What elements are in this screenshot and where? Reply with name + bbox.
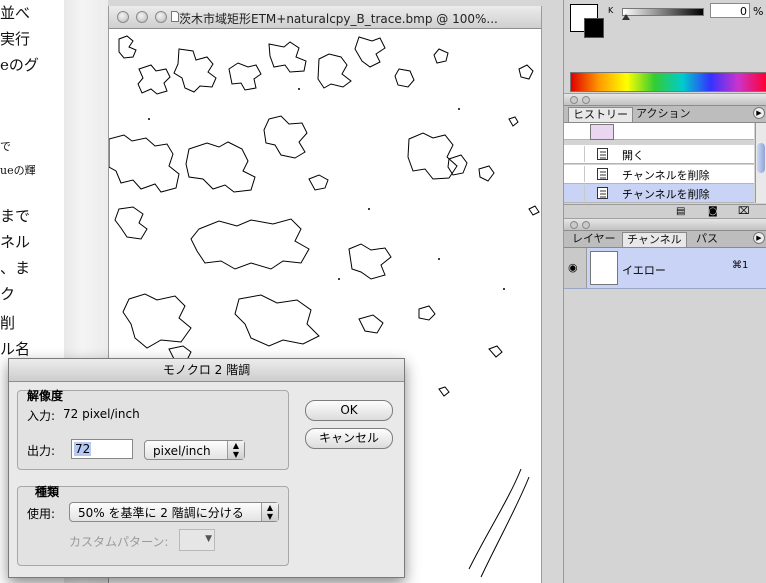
ok-button[interactable]: OK [305,400,393,421]
percent-unit: % [753,5,764,18]
doc-line: まで [0,207,31,225]
doc-line: 並べ [0,4,31,22]
output-value: 72 [74,442,92,456]
document-icon [171,11,179,22]
history-item-label: チャンネルを削除 [622,188,710,201]
output-field[interactable]: 72 [71,439,133,459]
custom-pattern-picker: ▼ [179,529,215,551]
channel-name: イエロー [622,264,666,277]
new-document-icon[interactable]: ▤ [676,206,685,217]
history-item-label: 開く [622,149,644,162]
image-window-titlebar[interactable]: 茨木市域矩形ETM+naturalcpy_B_trace.bmp @ 100%.… [109,6,541,29]
snapshot-thumbnail [590,124,614,140]
panel-minimize-icon[interactable] [582,221,590,229]
doc-line: ル名 [0,340,31,358]
history-state-icon [597,187,608,199]
channels-panel-bar[interactable] [564,218,766,231]
history-state-icon [597,148,608,160]
visibility-cell[interactable]: ◉ [564,248,587,288]
doc-line: eのグ [0,56,39,74]
monochrome-dialog: モノクロ 2 階調 解像度 入力: 72 pixel/inch 出力: 72 p… [8,358,405,578]
history-brush-source[interactable] [570,166,585,182]
method-value: 50% を基準に 2 階調に分ける [78,506,244,520]
doc-line: 実行 [0,30,31,48]
history-state-icon [597,168,608,180]
resolution-group-title: 解像度 [27,389,64,403]
tab-actions[interactable]: アクション [632,107,694,121]
history-tab-row: ヒストリー アクション ▶ [564,106,766,123]
history-scrollbar[interactable] [755,123,766,203]
doc-line: 、ま [0,259,31,277]
doc-line: で [0,140,11,153]
channels-tab-row: レイヤー チャンネル パス ▶ [564,231,766,248]
k-value-field[interactable]: 0 [710,3,750,18]
doc-line: ueの輝 [0,164,36,177]
snapshot-row[interactable] [564,123,754,140]
use-label: 使用: [27,507,56,521]
input-label: 入力: [27,409,56,423]
channel-thumbnail [590,251,618,285]
background-color-swatch[interactable] [584,18,604,38]
history-item-label: チャンネルを削除 [622,169,710,182]
chevron-down-icon: ▼ [205,534,212,544]
popup-arrows-icon: ▲ ▼ [261,503,278,521]
snapshot-camera-icon[interactable]: ◙ [708,206,718,217]
method-group-title: 種類 [35,485,60,499]
scroll-thumb[interactable] [757,143,765,173]
k-channel-label: K [608,6,614,15]
history-item[interactable]: 開く [564,145,754,164]
minimize-icon[interactable] [136,11,148,23]
panel-close-icon[interactable] [570,221,578,229]
panel-minimize-icon[interactable] [582,96,590,104]
history-footer: ▤ ◙ ⌧ [564,204,766,219]
tab-paths[interactable]: パス [692,232,722,246]
output-unit-value: pixel/inch [153,444,211,458]
output-label: 出力: [27,444,56,458]
history-panel-bar[interactable] [564,93,766,106]
dialog-title: モノクロ 2 階調 [9,359,404,382]
input-value: 72 pixel/inch [63,407,140,421]
cancel-button[interactable]: キャンセル [305,428,393,449]
k-slider-track[interactable] [622,8,704,16]
eye-icon[interactable]: ◉ [568,261,578,274]
output-unit-select[interactable]: pixel/inch ▲ ▼ [144,440,245,460]
close-icon[interactable] [117,11,129,23]
trash-icon[interactable]: ⌧ [738,206,750,217]
method-select[interactable]: 50% を基準に 2 階調に分ける ▲ ▼ [69,502,279,522]
panels-column: K 0 % ヒストリー アクション ▶ 開く チャンネルを削除 チャンネルを削除… [563,0,766,583]
panel-close-icon[interactable] [570,96,578,104]
channel-row[interactable]: ◉ イエロー ⌘1 [564,248,766,289]
image-window-title: 茨木市域矩形ETM+naturalcpy_B_trace.bmp @ 100%.… [179,12,498,26]
zoom-icon[interactable] [155,11,167,23]
doc-line: 削 [0,314,16,332]
history-brush-source[interactable] [570,146,585,162]
panel-menu-icon[interactable]: ▶ [753,232,765,244]
doc-line: ネル [0,233,31,251]
history-brush-source[interactable] [570,185,585,201]
custom-pattern-label: カスタムパターン: [69,535,169,549]
history-item[interactable]: チャンネルを削除 [564,165,754,184]
tab-layers[interactable]: レイヤー [568,232,620,246]
doc-line: ク [0,285,16,303]
tab-channels[interactable]: チャンネル [622,232,687,247]
channel-shortcut: ⌘1 [732,260,749,271]
history-item-selected[interactable]: チャンネルを削除 [564,184,754,203]
slider-thumb-icon[interactable] [622,14,630,20]
panel-menu-icon[interactable]: ▶ [753,107,765,119]
popup-arrows-icon: ▲ ▼ [227,441,244,459]
tab-history[interactable]: ヒストリー [568,107,633,122]
color-ramp[interactable] [570,72,766,92]
